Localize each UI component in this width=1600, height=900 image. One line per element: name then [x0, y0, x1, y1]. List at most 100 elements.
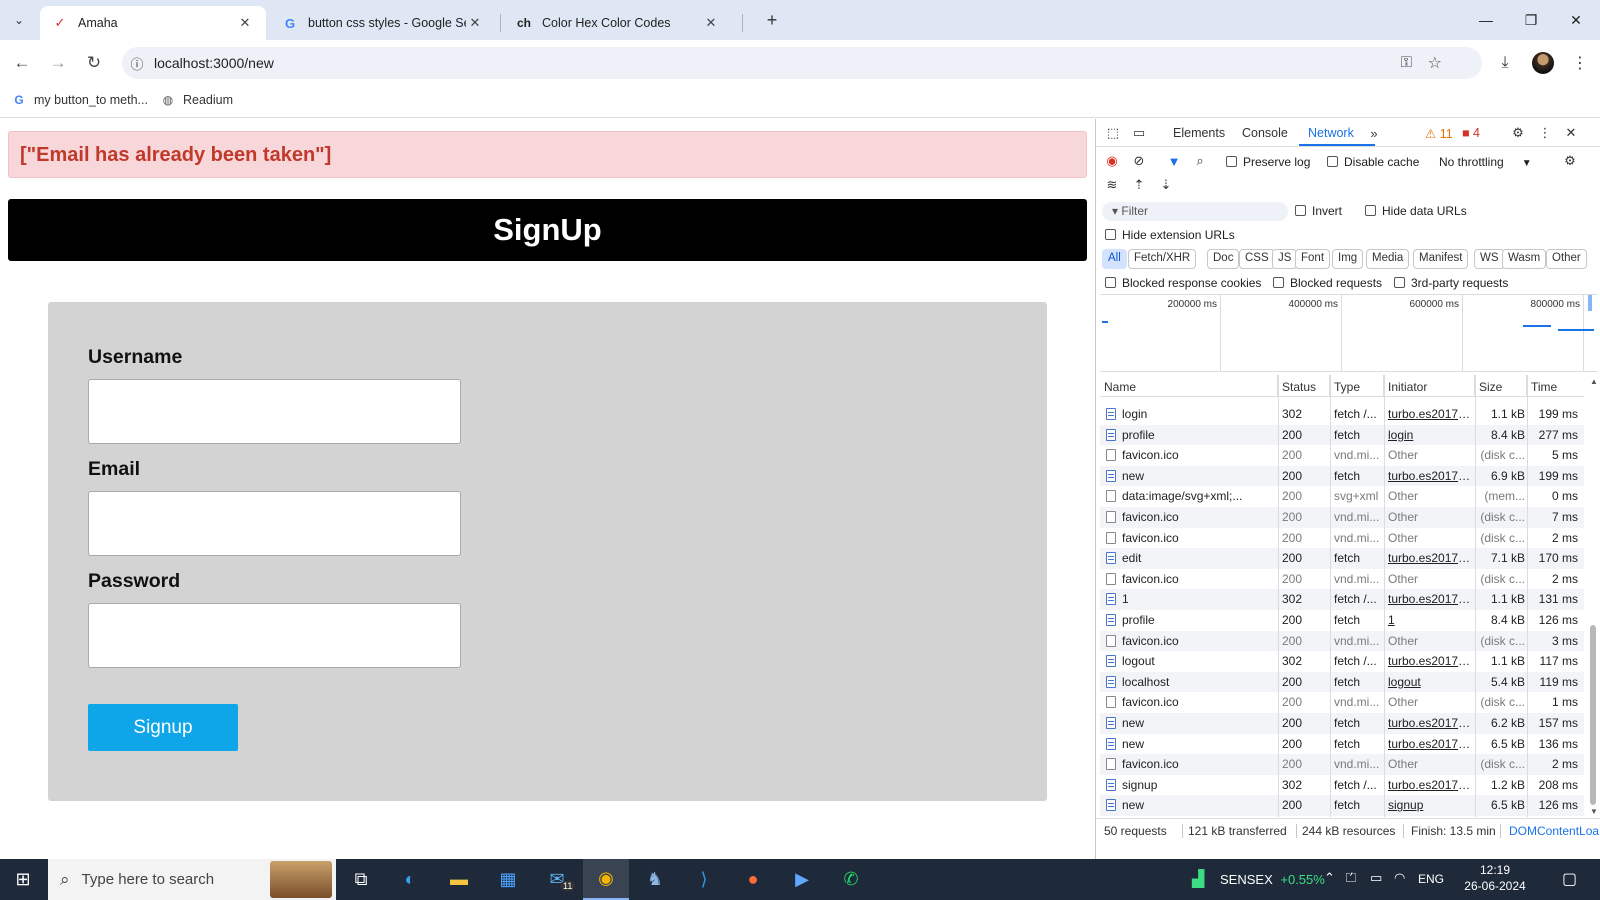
cell-initiator[interactable]: turbo.es2017-es [1388, 407, 1474, 421]
table-row[interactable]: logout 302 fetch /... turbo.es2017-es 1.1 kB… [1100, 651, 1584, 672]
record-icon[interactable]: ◉ [1103, 152, 1121, 170]
chip-ws[interactable]: WS [1474, 249, 1505, 269]
url-text[interactable]: localhost:3000/new [154, 55, 274, 71]
email-field[interactable] [88, 491, 461, 556]
column-divider[interactable] [1527, 375, 1528, 817]
preserve-log-checkbox[interactable]: Preserve log [1226, 155, 1310, 169]
taskbar-search[interactable]: ⌕ Type here to search [48, 859, 336, 900]
hide-extension-urls-checkbox[interactable]: Hide extension URLs [1105, 228, 1235, 242]
bookmark-item[interactable]: G my button_to meth... [12, 93, 148, 107]
cell-initiator[interactable]: turbo.es2017-es [1388, 654, 1474, 668]
disable-cache-checkbox[interactable]: Disable cache [1327, 155, 1419, 169]
close-window-button[interactable]: ✕ [1556, 6, 1596, 34]
table-row[interactable]: favicon.ico 200 vnd.mi... Other (disk c... 3 … [1100, 630, 1584, 652]
column-header-size[interactable]: Size [1475, 375, 1527, 397]
tab-search-button[interactable]: ⌄ [6, 8, 32, 32]
reload-button[interactable]: ↻ [80, 49, 108, 77]
password-field[interactable] [88, 603, 461, 668]
warnings-counter[interactable]: ⚠ 11 [1425, 126, 1453, 141]
bookmark-item[interactable]: ◍ Readium [161, 93, 233, 107]
device-toolbar-icon[interactable]: ▭ [1130, 124, 1148, 142]
filter-input[interactable]: ▾ Filter [1102, 202, 1288, 221]
clock[interactable]: 12:19 26-06-2024 [1462, 862, 1528, 894]
cell-initiator[interactable]: turbo.es2017-es [1388, 716, 1474, 730]
throttling-select[interactable]: No throttling ▼ [1439, 155, 1532, 169]
password-key-icon[interactable]: ⚿ [1401, 54, 1412, 71]
checkbox-box[interactable] [1105, 277, 1116, 288]
new-tab-button[interactable]: + [758, 8, 786, 32]
chip-js[interactable]: JS [1272, 249, 1298, 269]
more-vertical-icon[interactable]: ⋮ [1536, 124, 1554, 142]
column-divider[interactable] [1384, 375, 1385, 817]
blocked-response-cookies-checkbox[interactable]: Blocked response cookies [1105, 276, 1261, 290]
tab-console[interactable]: Console [1242, 126, 1288, 140]
profile-avatar[interactable] [1532, 52, 1554, 74]
column-header-time[interactable]: Time [1527, 375, 1584, 397]
cell-initiator[interactable]: turbo.es2017-es [1388, 469, 1474, 483]
close-icon[interactable]: ✕ [466, 15, 484, 31]
column-header-status[interactable]: Status [1278, 375, 1330, 397]
chip-other[interactable]: Other [1546, 249, 1587, 269]
hide-data-urls-checkbox[interactable]: Hide data URLs [1365, 204, 1467, 218]
table-row[interactable]: new 200 fetch turbo.es2017-es 6.5 kB 136 ms [1100, 734, 1584, 755]
chip-all[interactable]: All [1102, 249, 1127, 269]
taskbar-file-explorer[interactable]: ▬ [436, 859, 482, 900]
site-info-icon[interactable]: ⓘ [122, 54, 152, 73]
column-divider[interactable] [1330, 375, 1331, 817]
column-divider[interactable] [1278, 375, 1279, 817]
tab-google-search[interactable]: G button css styles - Google Search ✕ [270, 6, 496, 40]
chip-doc[interactable]: Doc [1207, 249, 1240, 269]
table-row[interactable]: favicon.ico 200 vnd.mi... Other (disk c... 1 … [1100, 692, 1584, 713]
signup-button[interactable]: Signup [88, 704, 238, 751]
username-field[interactable] [88, 379, 461, 444]
invert-checkbox[interactable]: Invert [1295, 204, 1342, 218]
table-row[interactable]: favicon.ico 200 vnd.mi... Other (disk c... 2 … [1100, 569, 1584, 590]
scroll-up-icon[interactable]: ▲ [1590, 377, 1598, 386]
browser-menu-button[interactable]: ⋮ [1568, 51, 1592, 75]
checkbox-box[interactable] [1394, 277, 1405, 288]
table-row[interactable]: favicon.ico 200 vnd.mi... Other (disk c... 2 … [1100, 528, 1584, 549]
close-icon[interactable]: ✕ [702, 15, 720, 31]
chip-font[interactable]: Font [1295, 249, 1331, 269]
cell-initiator[interactable]: turbo.es2017-es [1388, 778, 1474, 792]
cell-initiator[interactable]: 1 [1388, 613, 1474, 627]
cell-initiator[interactable]: logout [1388, 675, 1474, 689]
sensex-widget[interactable]: SENSEX +0.55% [1220, 872, 1325, 887]
column-header-type[interactable]: Type [1330, 375, 1384, 397]
table-row[interactable]: 1 302 fetch /... turbo.es2017-es 1.1 kB 131 m… [1100, 589, 1584, 610]
tab-elements[interactable]: Elements [1173, 126, 1225, 140]
taskbar-mail[interactable]: ✉ 11 [534, 859, 580, 900]
overview-selection-handle[interactable] [1588, 295, 1592, 311]
restore-button[interactable]: ❐ [1511, 6, 1551, 34]
export-har-icon[interactable]: ⇣ [1157, 176, 1175, 194]
taskbar-postgres[interactable]: ♞ [632, 859, 678, 900]
scroll-down-icon[interactable]: ▼ [1590, 807, 1598, 816]
bookmark-star-icon[interactable]: ☆ [1428, 53, 1442, 73]
checkbox-box[interactable] [1327, 156, 1338, 167]
table-row[interactable]: new 200 fetch turbo.es2017-es 6.9 kB 199 ms [1100, 465, 1584, 487]
cell-initiator[interactable]: login [1388, 428, 1474, 442]
table-row[interactable]: signup 302 fetch /... turbo.es2017-es 1.2 kB… [1100, 775, 1584, 796]
scrollbar-thumb[interactable] [1590, 625, 1596, 805]
tab-network[interactable]: Network [1308, 126, 1354, 140]
chip-manifest[interactable]: Manifest [1413, 249, 1469, 269]
back-button[interactable]: ← [8, 49, 36, 77]
checkbox-box[interactable] [1226, 156, 1237, 167]
address-bar[interactable]: ⓘ localhost:3000/new ⚿ ☆ [122, 47, 1482, 79]
table-row[interactable]: new 200 fetch turbo.es2017-es 6.2 kB 157 ms [1100, 713, 1584, 734]
errors-counter[interactable]: ■ 4 [1462, 126, 1480, 140]
notifications-icon[interactable]: ▢ [1562, 869, 1577, 889]
more-tabs-icon[interactable]: » [1365, 124, 1383, 142]
column-header-name[interactable]: Name [1100, 375, 1278, 397]
downloads-button[interactable]: ⤓ [1493, 51, 1517, 75]
taskbar-edge[interactable]: ◐ [387, 859, 433, 900]
table-row[interactable]: edit 200 fetch turbo.es2017-es 7.1 kB 170 ms [1100, 548, 1584, 569]
minimize-button[interactable]: — [1466, 6, 1506, 34]
tab-color-hex[interactable]: ch Color Hex Color Codes ✕ [504, 6, 732, 40]
table-row[interactable]: favicon.ico 200 vnd.mi... Other (disk c... 7 … [1100, 507, 1584, 528]
checkbox-box[interactable] [1105, 229, 1116, 240]
checkbox-box[interactable] [1295, 205, 1306, 216]
third-party-requests-checkbox[interactable]: 3rd-party requests [1394, 276, 1508, 290]
forward-button[interactable]: → [44, 49, 72, 77]
taskbar-store[interactable]: ▦ [485, 859, 531, 900]
